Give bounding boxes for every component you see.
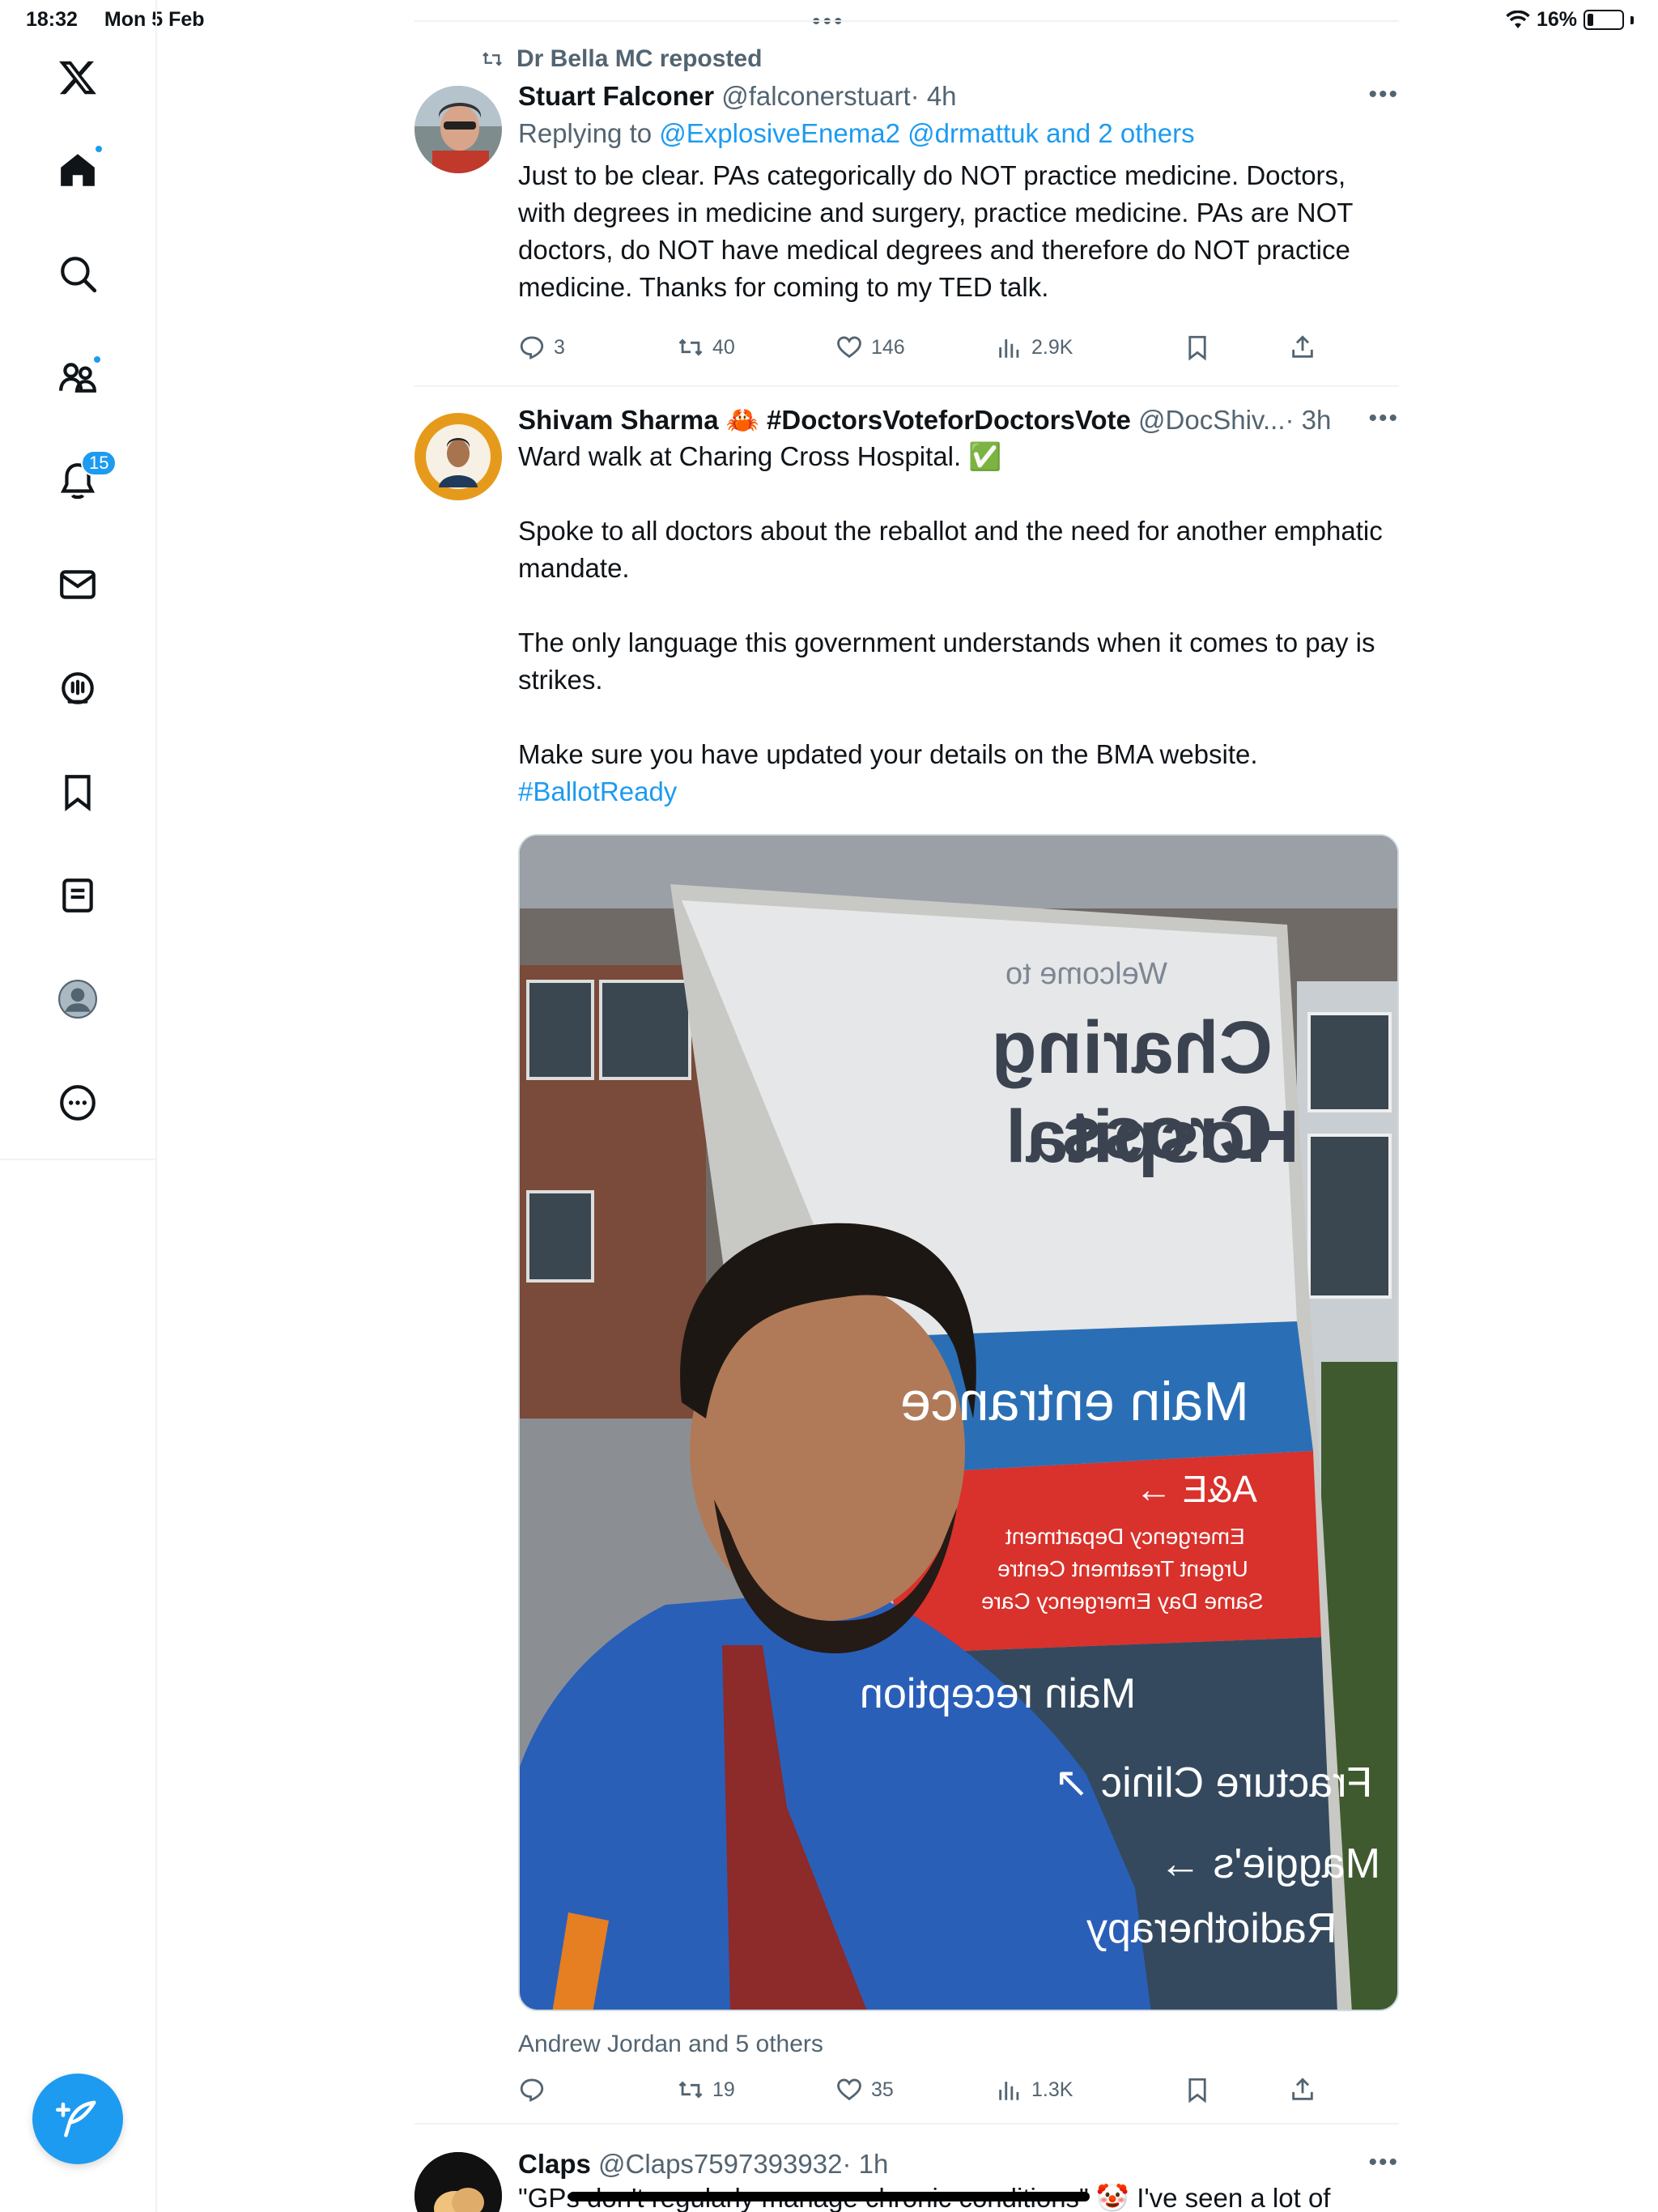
repost-button[interactable]: 40: [677, 334, 735, 361]
reply-mentions[interactable]: @ExplosiveEnema2 @drmattuk and 2 others: [659, 118, 1194, 148]
tweet-text: Just to be clear. PAs categorically do N…: [518, 160, 1360, 302]
bookmark-button[interactable]: [1184, 334, 1211, 361]
author-name[interactable]: Shivam Sharma 🦀 #DoctorsVoteforDoctorsVo…: [518, 405, 1131, 435]
communities-icon[interactable]: [45, 345, 110, 410]
author-name[interactable]: Claps: [518, 2149, 591, 2179]
bookmark-icon: [1188, 2078, 1206, 2104]
reply-button[interactable]: 3: [518, 334, 565, 361]
repost-label: Dr Bella MC reposted: [517, 45, 763, 72]
share-icon: [1292, 2078, 1313, 2100]
spaces-icon[interactable]: [45, 656, 110, 721]
like-count: 35: [871, 2078, 894, 2101]
tweet[interactable]: Dr Bella MC reposted Stuart Falconer @fa…: [414, 42, 1399, 382]
reply-count: 3: [554, 335, 565, 359]
tweet-photo[interactable]: Welcome to Charing Cross Hospital Main e…: [518, 834, 1399, 2011]
author-name[interactable]: Stuart Falconer: [518, 81, 714, 111]
author-handle[interactable]: @falconerstuart: [721, 81, 910, 111]
replying-to: Replying to @ExplosiveEnema2 @drmattuk a…: [518, 118, 1195, 148]
share-button[interactable]: [1289, 334, 1316, 361]
notifications-icon[interactable]: 15: [45, 449, 117, 513]
repost-count: 40: [712, 335, 735, 359]
hashtag-link[interactable]: #BallotReady: [518, 776, 677, 806]
repost-icon: [678, 2081, 703, 2099]
bookmark-button[interactable]: [1184, 2076, 1211, 2104]
bookmark-icon: [1188, 335, 1206, 361]
tweet-text: Ward walk at Charing Cross Hospital. ✅ S…: [518, 441, 1383, 769]
sign-maggies: Maggie's →: [1159, 1840, 1380, 1887]
tweet-time[interactable]: · 3h: [1285, 405, 1331, 435]
wifi-icon: [1506, 10, 1530, 28]
avatar[interactable]: [414, 413, 502, 500]
avatar[interactable]: [414, 2152, 502, 2212]
like-button[interactable]: 35: [835, 2076, 894, 2104]
tweet-time[interactable]: · 4h: [911, 81, 957, 111]
sign-title-line2: Hospital: [1005, 1095, 1299, 1178]
sign-main-entrance: Main entrance: [900, 1371, 1249, 1432]
repost-context: Dr Bella MC reposted: [478, 45, 762, 73]
tweet[interactable]: Shivam Sharma 🦀 #DoctorsVoteforDoctorsVo…: [414, 397, 1399, 2113]
search-icon[interactable]: [45, 241, 110, 306]
sidebar: 15: [0, 0, 157, 2212]
views-icon: [999, 339, 1019, 358]
sign-ae-sub1: Emergency Department: [1005, 1524, 1245, 1549]
tweet-actions: 19 35 1.3K: [518, 2076, 1328, 2108]
compose-post-button[interactable]: [32, 2074, 123, 2164]
notifications-badge: 15: [81, 450, 117, 476]
like-count: 146: [871, 335, 905, 359]
view-count: 1.3K: [1031, 2078, 1073, 2101]
x-logo-icon[interactable]: [45, 45, 110, 110]
tweet-header: Stuart Falconer @falconerstuart· 4h: [518, 81, 1399, 112]
more-options-icon[interactable]: •••: [1368, 405, 1399, 432]
share-button[interactable]: [1289, 2076, 1316, 2104]
reply-button[interactable]: [518, 2076, 554, 2104]
battery-icon: [1584, 10, 1624, 30]
views-button[interactable]: 1.3K: [996, 2076, 1073, 2104]
author-handle[interactable]: @DocShiv...: [1138, 405, 1285, 435]
lists-icon[interactable]: [45, 863, 110, 928]
author-handle[interactable]: @Claps7597393932: [598, 2149, 842, 2179]
heart-icon: [837, 336, 861, 359]
share-icon: [1292, 335, 1313, 358]
sign-reception: Main reception: [860, 1670, 1137, 1717]
compose-feather-icon: [56, 2100, 96, 2138]
profile-avatar-icon[interactable]: [45, 967, 110, 1032]
avatar[interactable]: [414, 86, 502, 173]
home-icon[interactable]: [45, 138, 110, 202]
communities-unread-dot: [92, 355, 102, 364]
sign-ae: A&E →: [1135, 1468, 1257, 1510]
more-options-icon[interactable]: •••: [1368, 2149, 1399, 2176]
tweet-header: Claps @Claps7597393932· 1h: [518, 2149, 1399, 2180]
reply-icon: [520, 2078, 544, 2102]
heart-icon: [837, 2078, 861, 2101]
repost-button[interactable]: 19: [677, 2076, 735, 2104]
more-icon[interactable]: [45, 1070, 110, 1135]
more-options-icon[interactable]: •••: [1368, 81, 1399, 108]
sign-radiotherapy: Radiotherapy: [1086, 1905, 1337, 1952]
tweet-actions: 3 40 146 2.9K: [518, 334, 1328, 366]
views-icon: [999, 2082, 1019, 2100]
view-count: 2.9K: [1031, 335, 1073, 359]
repost-count: 19: [712, 2078, 735, 2101]
battery-percent: 16%: [1536, 8, 1577, 31]
sign-ae-sub2: Urgent Treatment Centre: [997, 1556, 1248, 1581]
messages-icon[interactable]: [45, 552, 110, 617]
repost-icon: [678, 338, 703, 356]
reply-icon: [520, 336, 544, 359]
views-button[interactable]: 2.9K: [996, 334, 1073, 361]
bookmarks-icon[interactable]: [45, 759, 110, 824]
social-context[interactable]: Andrew Jordan and 5 others: [518, 2031, 823, 2058]
sign-ae-sub3: Same Day Emergency Care: [981, 1589, 1264, 1614]
like-button[interactable]: 146: [835, 334, 905, 361]
tweet-header: Shivam Sharma 🦀 #DoctorsVoteforDoctorsVo…: [518, 405, 1399, 436]
tweet-time[interactable]: · 1h: [842, 2149, 888, 2179]
home-indicator[interactable]: [568, 2192, 1090, 2201]
multitasking-dots[interactable]: •••: [812, 8, 845, 36]
sign-fracture: Fracture Clinic ↗: [1054, 1759, 1373, 1806]
sign-welcome: Welcome to: [1005, 957, 1167, 991]
repost-icon: [483, 52, 502, 66]
home-unread-dot: [94, 144, 104, 154]
